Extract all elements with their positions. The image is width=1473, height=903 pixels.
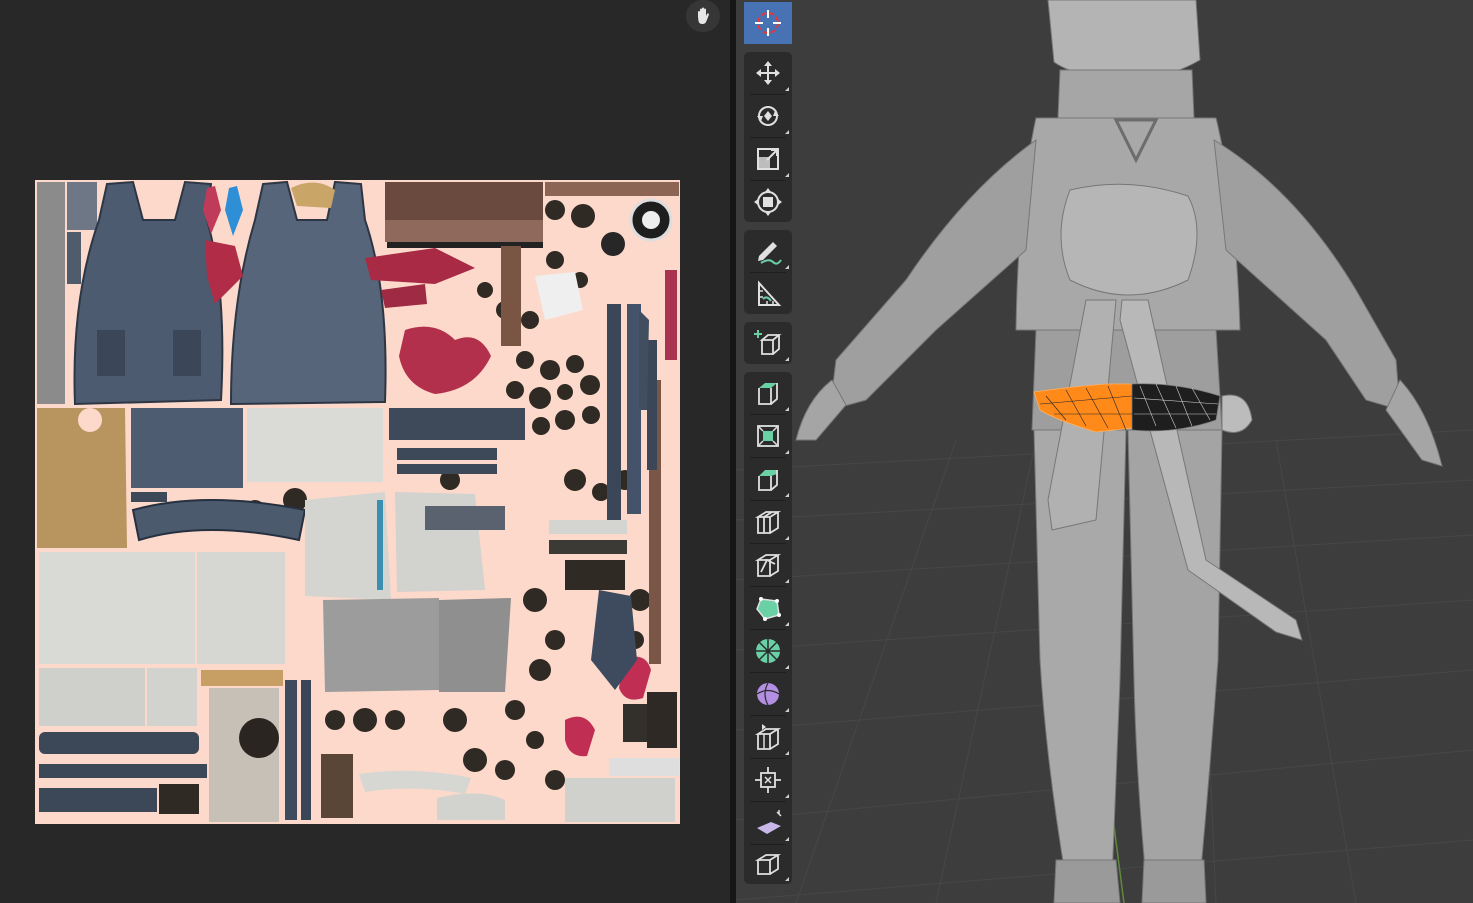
move-icon (756, 61, 780, 85)
knife-icon (754, 554, 782, 577)
tool-edge-slide[interactable] (744, 716, 792, 758)
pan-view-button[interactable] (686, 0, 720, 32)
spin-icon (756, 639, 780, 663)
tool-shrink-fatten[interactable] (744, 759, 792, 801)
viewport-scene (736, 0, 1473, 903)
tool-move[interactable] (744, 52, 792, 94)
tool-spin[interactable] (744, 630, 792, 672)
tool-shelf (742, 0, 794, 903)
bevel-icon (758, 470, 778, 491)
3d-viewport[interactable] (736, 0, 1473, 903)
tool-add-cube[interactable] (744, 322, 792, 364)
cursor-icon (755, 10, 781, 36)
tool-shear[interactable] (744, 802, 792, 844)
loop-cut-icon (754, 511, 782, 534)
tool-group-transform (744, 52, 792, 222)
rotate-icon (757, 106, 779, 126)
tool-scale[interactable] (744, 138, 792, 180)
tool-rip-region[interactable] (744, 842, 792, 884)
tool-measure[interactable] (744, 273, 792, 315)
annotate-icon (758, 242, 782, 265)
tool-bevel[interactable] (744, 458, 792, 500)
tool-rotate[interactable] (744, 95, 792, 137)
tool-smooth[interactable] (744, 673, 792, 715)
measure-icon (758, 280, 782, 306)
uv-editor[interactable] (0, 0, 730, 903)
poly-build-icon (756, 597, 781, 621)
tool-transform[interactable] (744, 181, 792, 223)
transform-icon (754, 188, 782, 216)
extrude-region-icon (758, 383, 778, 405)
rip-region-icon (754, 854, 782, 875)
tool-annotate[interactable] (744, 230, 792, 272)
tool-group-cursor (744, 2, 792, 44)
tool-loop-cut[interactable] (744, 501, 792, 543)
uv-texture-map[interactable] (35, 180, 680, 824)
tool-knife[interactable] (744, 544, 792, 586)
shear-icon (757, 810, 782, 834)
texture-atlas (35, 180, 680, 824)
inset-faces-icon (757, 425, 779, 447)
tool-cursor[interactable] (744, 2, 792, 44)
hand-icon (698, 7, 709, 24)
shrink-fatten-icon (755, 767, 781, 793)
tool-inset-faces[interactable] (744, 415, 792, 457)
scale-icon (757, 148, 779, 170)
tool-poly-build[interactable] (744, 587, 792, 629)
smooth-icon (756, 682, 780, 706)
tool-group-add (744, 322, 792, 364)
tool-extrude-region[interactable] (744, 372, 792, 414)
add-cube-icon (754, 330, 782, 355)
tool-group-annotate (744, 230, 792, 314)
tool-group-mesh (744, 372, 792, 884)
edge-slide-icon (754, 724, 782, 750)
